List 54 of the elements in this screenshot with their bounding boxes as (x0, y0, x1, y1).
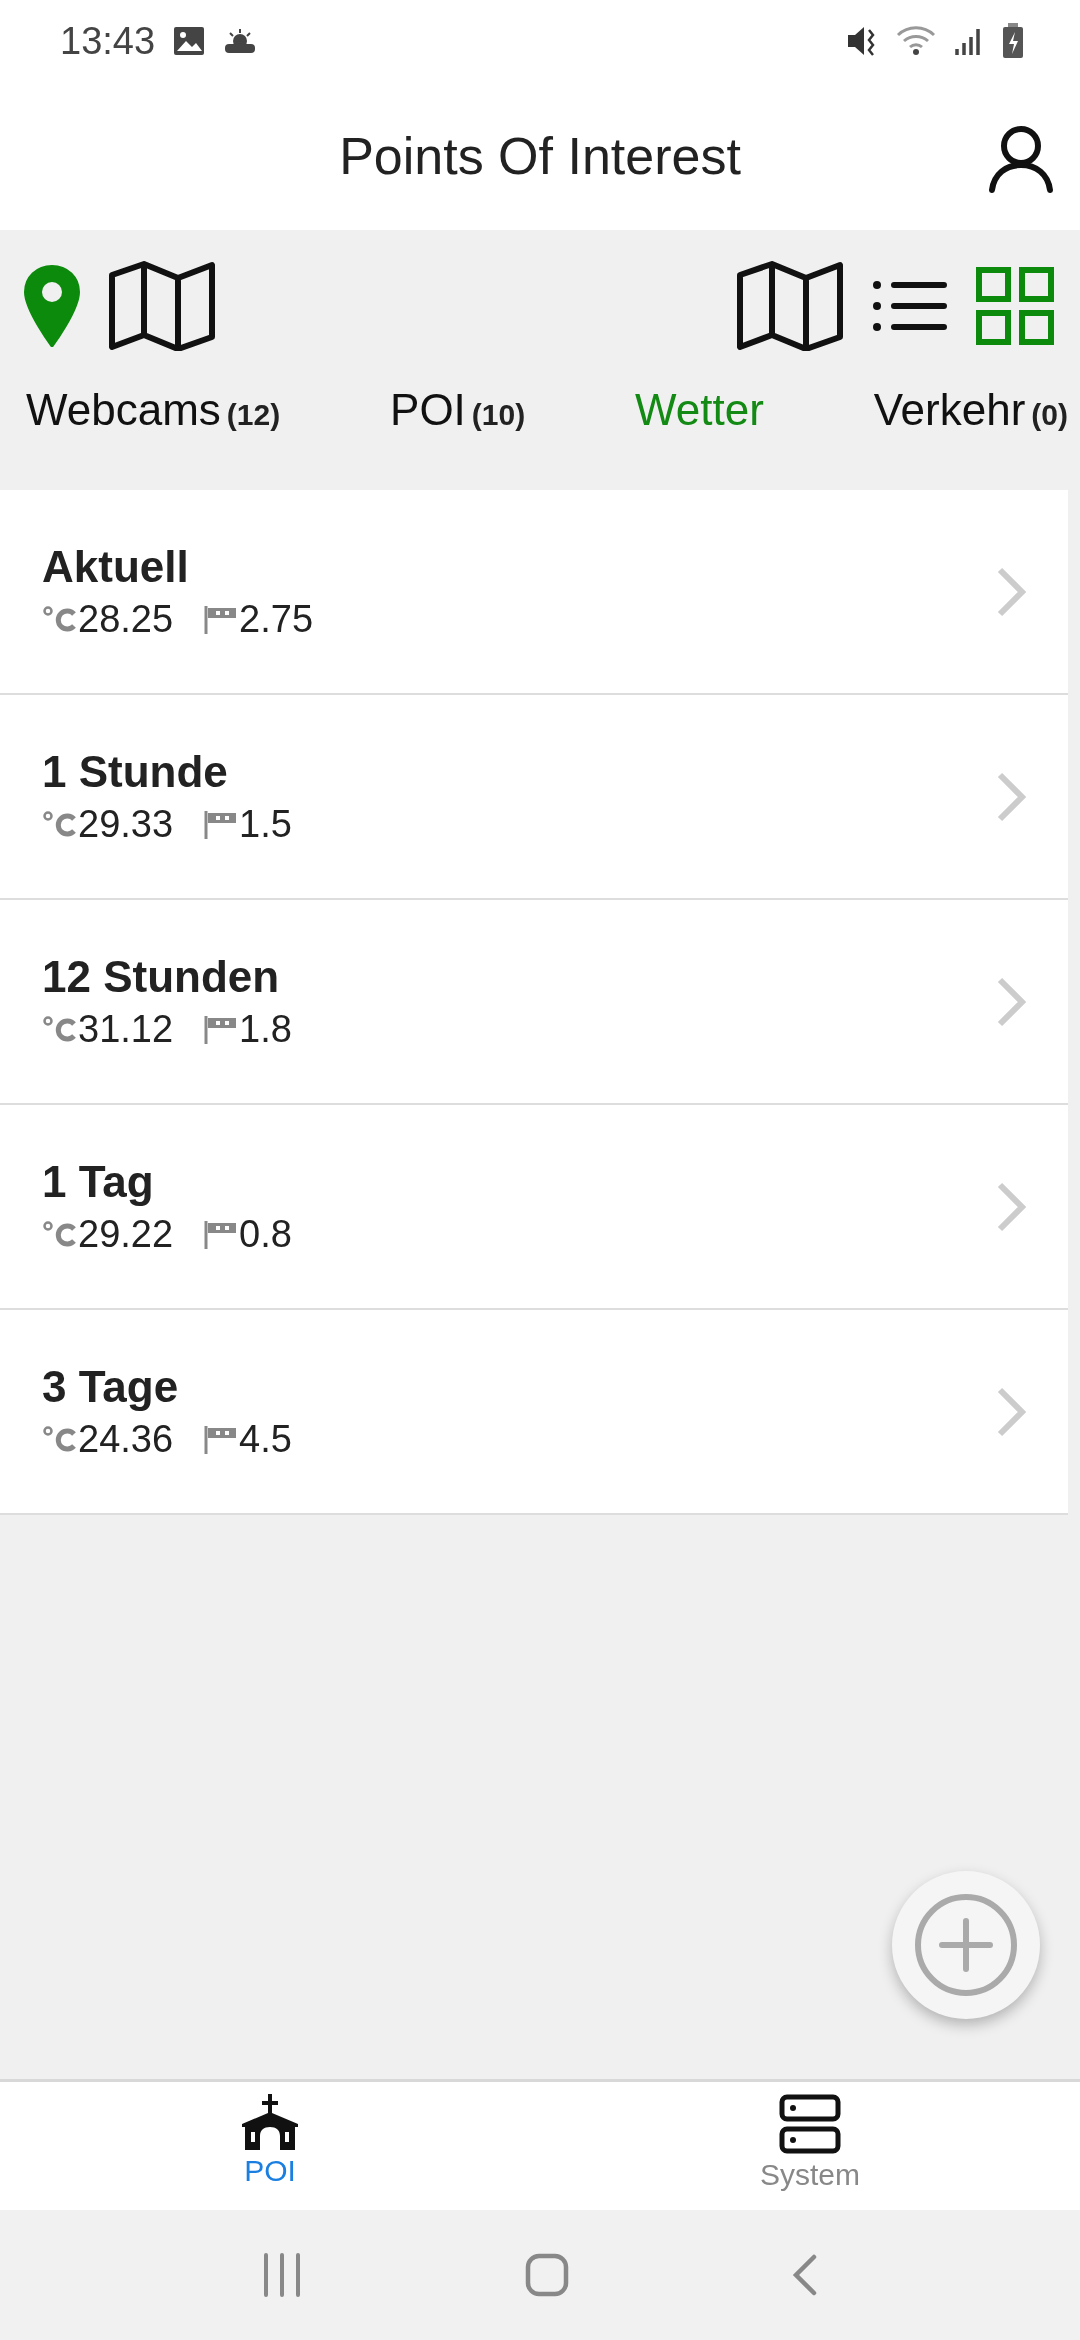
forecast-title: 12 Stunden (42, 952, 281, 1002)
list-icon[interactable] (872, 280, 948, 332)
temperature-value: 28.25 (78, 598, 174, 641)
temperature-value: 31.12 (78, 1008, 174, 1051)
category-tab[interactable]: Verkehr(0) (873, 366, 1068, 454)
forecast-row[interactable]: 1 Stunde 29.33 1.5 (0, 695, 1068, 900)
plus-circle-icon (914, 1893, 1018, 1997)
chevron-right-icon (996, 565, 1026, 618)
server-icon (779, 2094, 841, 2154)
temperature-value: 29.22 (78, 1213, 174, 1256)
wind-value: 4.5 (239, 1418, 292, 1461)
location-pin-icon[interactable] (24, 265, 80, 347)
forecast-row[interactable]: 12 Stunden 31.12 1.8 (0, 900, 1068, 1105)
image-icon (173, 26, 206, 56)
temperature-value: 24.36 (78, 1418, 174, 1461)
back-button[interactable] (792, 2254, 819, 2296)
grid-icon[interactable] (976, 267, 1054, 345)
wifi-icon (896, 25, 936, 57)
chevron-right-icon (996, 1385, 1026, 1438)
wind-value: 2.75 (239, 598, 314, 641)
tab-count: (0) (1031, 398, 1068, 431)
chevron-right-icon (996, 1180, 1026, 1233)
category-tab[interactable]: Webcams(12) (26, 366, 281, 454)
map-icon[interactable] (108, 261, 216, 351)
nav-tab[interactable]: System (540, 2082, 1080, 2210)
nav-tab[interactable]: POI (0, 2082, 540, 2210)
recent-apps-button[interactable] (261, 2253, 302, 2297)
category-tab[interactable]: POI(10) (390, 366, 526, 454)
forecast-title: 1 Tag (42, 1157, 155, 1207)
forecast-title: 1 Stunde (42, 747, 229, 797)
forecast-title: 3 Tage (42, 1362, 180, 1412)
tab-count: (12) (226, 398, 281, 431)
church-icon (242, 2094, 298, 2150)
chevron-right-icon (996, 975, 1026, 1028)
forecast-title: Aktuell (42, 542, 190, 592)
category-tab[interactable]: Wetter (635, 366, 764, 454)
chevron-right-icon (996, 770, 1026, 823)
weather-icon (223, 27, 258, 55)
wind-value: 1.8 (239, 1008, 292, 1051)
profile-button[interactable] (986, 124, 1056, 194)
add-button[interactable] (892, 1871, 1040, 2019)
home-button[interactable] (525, 2253, 569, 2297)
map-icon[interactable] (736, 261, 844, 351)
wind-value: 1.5 (239, 803, 292, 846)
temperature-value: 29.33 (78, 803, 174, 846)
battery-icon (1002, 23, 1024, 59)
forecast-row[interactable]: 3 Tage 24.36 4.5 (0, 1310, 1068, 1515)
clock-time: 13:43 (60, 19, 156, 63)
user-icon (986, 124, 1056, 194)
wind-value: 0.8 (239, 1213, 292, 1256)
page-title: Points Of Interest (339, 126, 741, 186)
forecast-row[interactable]: 1 Tag 29.22 0.8 (0, 1105, 1068, 1310)
tab-count: (10) (471, 398, 526, 431)
forecast-row[interactable]: Aktuell 28.25 2.75 (0, 490, 1068, 695)
